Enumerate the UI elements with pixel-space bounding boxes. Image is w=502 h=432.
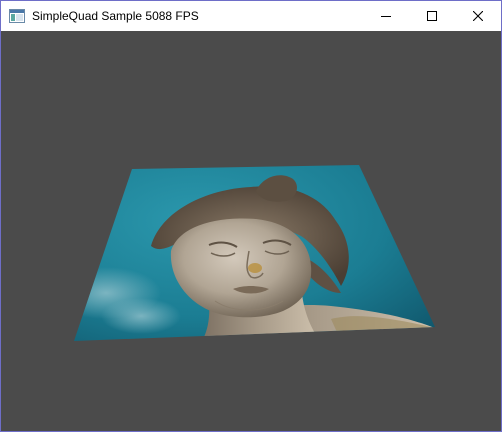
scene-canvas <box>74 165 435 341</box>
maximize-button[interactable] <box>409 1 455 31</box>
textured-quad <box>74 165 435 341</box>
minimize-icon <box>381 11 391 21</box>
window-title: SimpleQuad Sample 5088 FPS <box>32 9 199 23</box>
app-window: SimpleQuad Sample 5088 FPS <box>0 0 502 432</box>
maximize-icon <box>427 11 437 21</box>
close-icon <box>473 11 483 21</box>
window-app-icon <box>9 9 25 23</box>
minimize-button[interactable] <box>363 1 409 31</box>
close-button[interactable] <box>455 1 501 31</box>
render-viewport[interactable] <box>1 31 501 431</box>
title-bar[interactable]: SimpleQuad Sample 5088 FPS <box>1 1 501 31</box>
